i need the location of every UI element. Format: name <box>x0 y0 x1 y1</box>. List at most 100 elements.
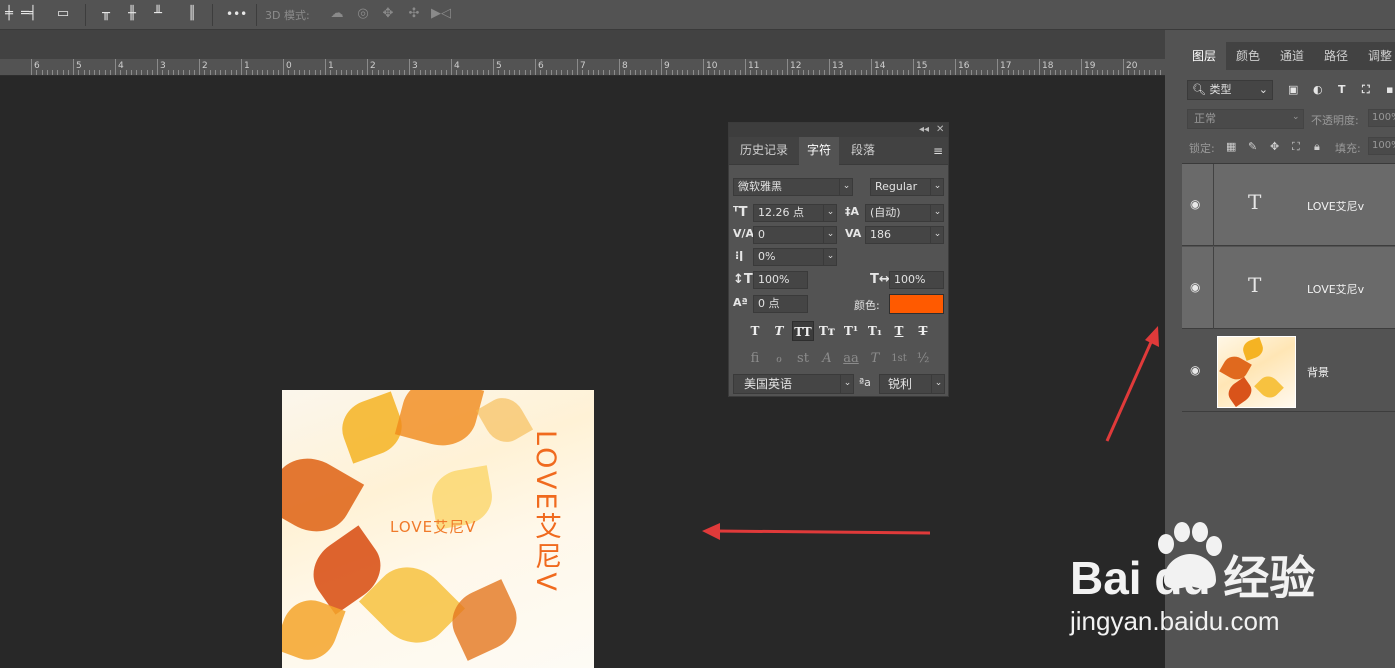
visibility-eye-icon[interactable]: ◉ <box>1190 364 1206 376</box>
collapse-icon[interactable]: ◂◂ <box>919 123 929 137</box>
tab-character[interactable]: 字符 <box>799 137 839 165</box>
chevron-down-icon[interactable]: ⌄ <box>930 204 944 222</box>
tab-color[interactable]: 颜色 <box>1226 42 1270 70</box>
camera-3d-icon[interactable]: ▶◁ <box>431 5 451 23</box>
ruler-minor-tick <box>172 70 174 75</box>
fill-field[interactable]: 100% <box>1368 137 1395 155</box>
lock-transparency-icon[interactable]: ▦ <box>1226 140 1236 153</box>
ruler-minor-tick <box>188 70 190 75</box>
visibility-eye-icon[interactable]: ◉ <box>1190 281 1206 293</box>
text-color-swatch[interactable] <box>889 294 944 314</box>
ordinals-button[interactable]: 1st <box>888 349 910 369</box>
underline-button[interactable]: T <box>888 321 910 341</box>
chevron-down-icon[interactable]: ⌄ <box>823 248 837 266</box>
ruler-minor-tick <box>398 70 400 75</box>
faux-italic-button[interactable]: T <box>768 321 790 341</box>
tab-paragraph[interactable]: 段落 <box>841 137 885 165</box>
filter-kind-label: 类型 <box>1209 83 1232 96</box>
ruler-minor-tick <box>41 70 43 75</box>
layer-name[interactable]: 背景 <box>1307 364 1329 380</box>
ruler-tick <box>913 59 914 75</box>
lock-brush-icon[interactable]: ✎ <box>1248 140 1257 153</box>
chevron-down-icon[interactable]: ⌄ <box>839 178 853 196</box>
smart-object-filter-icon[interactable]: ▪ <box>1386 83 1393 96</box>
ruler-minor-tick <box>314 70 316 75</box>
slide-3d-icon[interactable]: ✣ <box>405 5 423 23</box>
type-filter-icon[interactable]: T <box>1338 83 1346 96</box>
ruler-minor-tick <box>482 70 484 75</box>
layer-name[interactable]: LOVE艾尼v <box>1307 281 1364 297</box>
fractions-button[interactable]: ½ <box>912 349 934 369</box>
distribute-columns-icon[interactable]: ║ <box>183 5 201 23</box>
chevron-down-icon[interactable]: ⌄ <box>930 226 944 244</box>
vertical-scale-field[interactable]: 100% <box>753 271 808 289</box>
layer-name[interactable]: LOVE艾尼v <box>1307 198 1364 214</box>
ruler-tick <box>157 59 158 75</box>
baseline-shift-field[interactable]: 0 点 <box>753 295 808 313</box>
panel-menu-icon[interactable]: ≡ <box>933 144 943 158</box>
language-select[interactable]: 美国英语 <box>733 374 854 394</box>
baidu-jingyan-watermark: Bai du 经验 jingyan.baidu.com <box>1070 522 1395 662</box>
superscript-button[interactable]: T¹ <box>840 321 862 341</box>
visibility-eye-icon[interactable]: ◉ <box>1190 198 1206 210</box>
ruler-minor-tick <box>83 70 85 75</box>
align-left-icon[interactable]: ╪ <box>0 5 18 23</box>
chevron-down-icon[interactable]: ⌄ <box>823 204 837 222</box>
chevron-down-icon[interactable]: ⌄ <box>823 226 837 244</box>
pixel-filter-icon[interactable]: ▣ <box>1288 83 1298 96</box>
ruler-minor-tick <box>262 70 263 75</box>
contextual-alternates-button[interactable]: ℴ <box>768 349 790 369</box>
titling-alternates-button[interactable]: T <box>864 349 886 369</box>
layer-row[interactable]: ◉ T LOVE艾尼v <box>1182 164 1395 246</box>
discretionary-ligatures-button[interactable]: st <box>792 349 814 369</box>
lock-all-icon[interactable]: 🔒︎ <box>1314 140 1320 154</box>
layer-filter-select[interactable]: 🔍︎ 类型 ⌄ <box>1187 80 1273 100</box>
ruler-minor-tick <box>781 70 783 75</box>
tab-adjustments[interactable]: 调整 <box>1358 42 1395 70</box>
layer-row[interactable]: ◉ 背景 <box>1182 330 1395 412</box>
ruler-tick <box>1123 59 1124 75</box>
layer-row[interactable]: ◉ T LOVE艾尼v <box>1182 247 1395 329</box>
ligature-button[interactable]: fi <box>744 349 766 369</box>
ruler-minor-tick <box>682 70 683 75</box>
chevron-down-icon[interactable]: ⌄ <box>930 178 944 196</box>
subscript-button[interactable]: T₁ <box>864 321 886 341</box>
lock-artboard-icon[interactable]: ⛶ <box>1292 140 1300 154</box>
faux-bold-button[interactable]: T <box>744 321 766 341</box>
all-caps-button[interactable]: TT <box>792 321 814 341</box>
align-right-icon[interactable]: ═╡ <box>20 5 38 23</box>
ruler-minor-tick <box>293 70 295 75</box>
chevron-down-icon[interactable]: ⌄ <box>931 375 945 393</box>
blend-mode-select[interactable]: 正常 <box>1187 109 1304 129</box>
more-icon[interactable]: ••• <box>226 5 247 23</box>
ruler-tick <box>199 59 200 75</box>
stylistic-alternates-button[interactable]: aa <box>840 349 862 369</box>
align-top-icon[interactable]: ╥ <box>97 5 115 23</box>
ruler-minor-tick <box>839 70 841 75</box>
chevron-down-icon[interactable]: ⌄ <box>840 375 854 393</box>
distribute-icon[interactable]: ▭ <box>54 5 72 23</box>
document-image[interactable]: LOVE艾尼V LOVE艾尼V <box>282 390 594 668</box>
pan-3d-icon[interactable]: ✥ <box>379 5 397 23</box>
tab-history[interactable]: 历史记录 <box>729 137 799 165</box>
adjustment-filter-icon[interactable]: ◐ <box>1313 83 1323 96</box>
font-family-field[interactable]: 微软雅黑 <box>733 178 853 196</box>
shape-filter-icon[interactable]: ⛶ <box>1362 83 1370 97</box>
roll-3d-icon[interactable]: ◎ <box>354 5 372 23</box>
tab-layers[interactable]: 图层 <box>1182 42 1226 70</box>
lock-position-icon[interactable]: ✥ <box>1270 140 1279 153</box>
horizontal-scale-field[interactable]: 100% <box>889 271 944 289</box>
opacity-field[interactable]: 100% <box>1368 109 1395 127</box>
ruler-minor-tick <box>760 70 762 75</box>
small-caps-button[interactable]: Tт <box>816 321 838 341</box>
horizontal-ruler[interactable]: 6 5 4 3 2 1 0 1 2 3 4 5 6 7 8 9 10 11 12 13 14 15 16 17 18 19 20 <box>0 59 1165 76</box>
tab-paths[interactable]: 路径 <box>1314 42 1358 70</box>
tab-channels[interactable]: 通道 <box>1270 42 1314 70</box>
strikethrough-button[interactable]: T <box>912 321 934 341</box>
align-vcenter-icon[interactable]: ╫ <box>123 5 141 23</box>
orbit-3d-icon[interactable]: ☁ <box>328 5 346 23</box>
align-bottom-icon[interactable]: ╨ <box>149 5 167 23</box>
ruler-minor-tick <box>802 70 804 75</box>
swash-button[interactable]: A <box>816 349 838 369</box>
close-icon[interactable]: ✕ <box>936 123 944 137</box>
